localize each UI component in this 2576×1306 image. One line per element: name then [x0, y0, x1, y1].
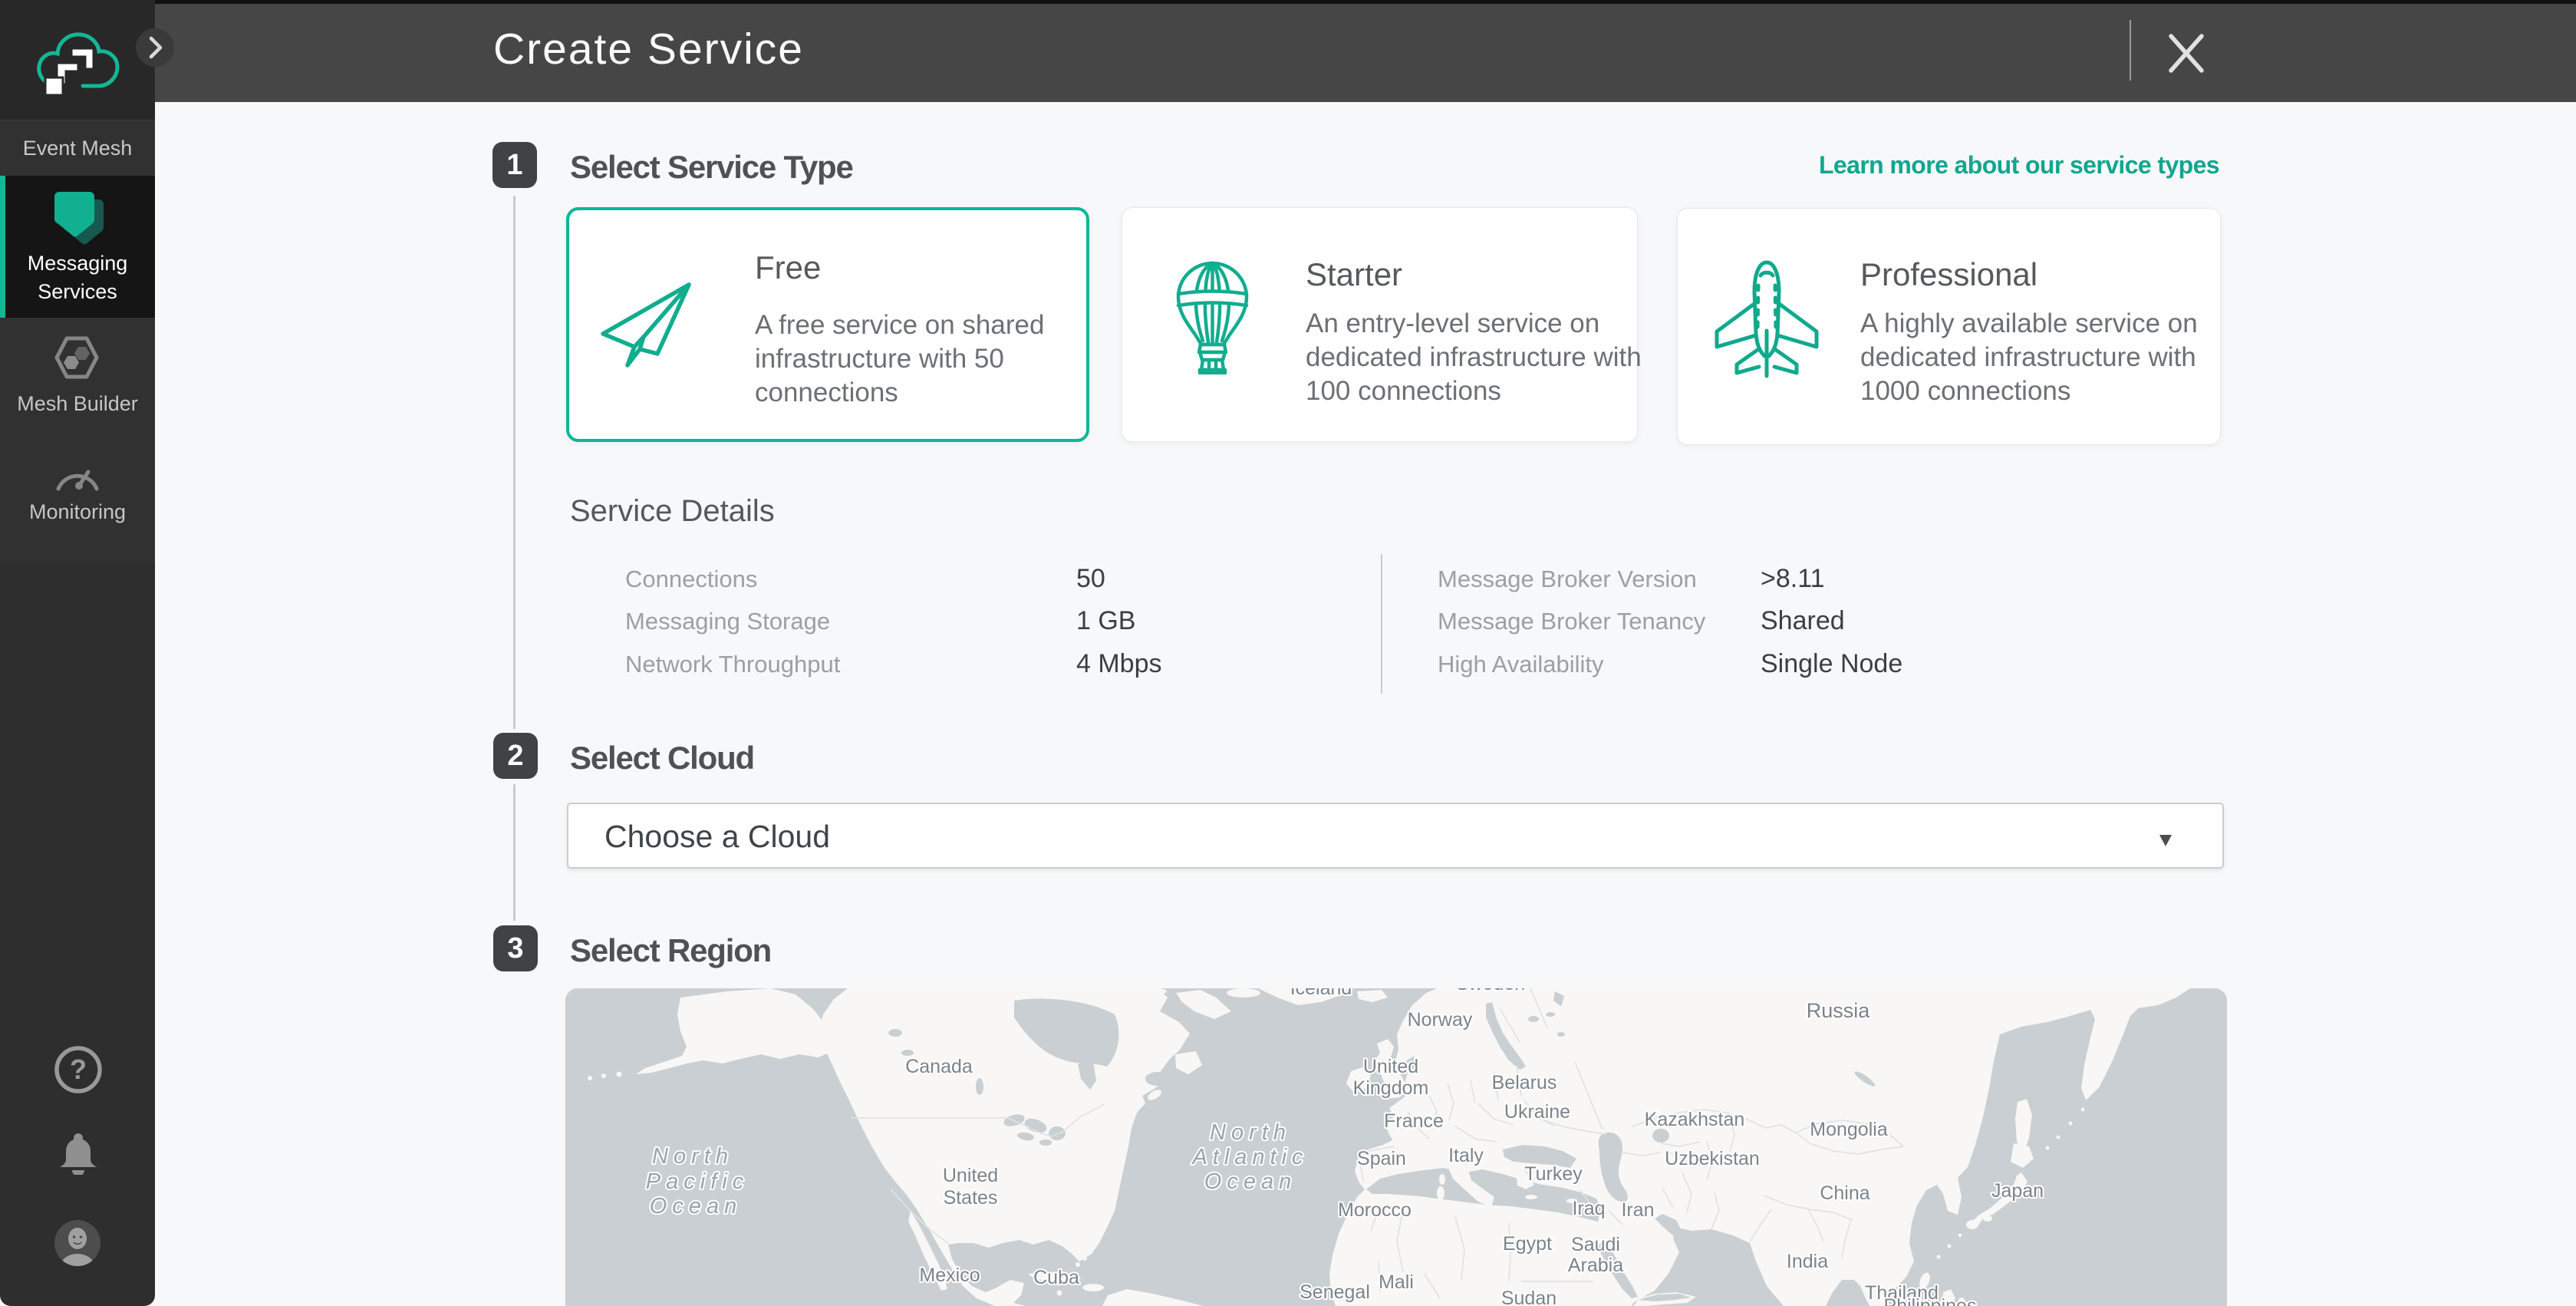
svg-text:Cuba: Cuba — [1033, 1267, 1079, 1288]
svg-text:Morocco: Morocco — [1338, 1199, 1412, 1221]
svg-text:Japan: Japan — [1991, 1180, 2044, 1202]
svg-text:Uzbekistan: Uzbekistan — [1665, 1148, 1760, 1169]
svg-text:Mexico: Mexico — [919, 1265, 980, 1286]
svg-text:Mongolia: Mongolia — [1810, 1119, 1888, 1140]
svg-text:Italy: Italy — [1448, 1145, 1484, 1166]
svg-text:Turkey: Turkey — [1524, 1163, 1583, 1185]
svg-text:?: ? — [70, 1054, 87, 1085]
svg-text:United: United — [943, 1165, 998, 1186]
svg-text:Sudan: Sudan — [1501, 1288, 1556, 1306]
svg-text:India: India — [1787, 1251, 1828, 1272]
svg-text:Saudi: Saudi — [1571, 1234, 1620, 1255]
svg-text:Canada: Canada — [905, 1056, 973, 1077]
svg-text:Iraq: Iraq — [1572, 1198, 1605, 1219]
svg-text:Pacific: Pacific — [646, 1169, 749, 1194]
svg-text:North: North — [652, 1144, 733, 1169]
svg-text:Belarus: Belarus — [1492, 1072, 1557, 1093]
svg-text:Kingdom: Kingdom — [1353, 1077, 1429, 1099]
svg-text:Egypt: Egypt — [1503, 1233, 1552, 1255]
svg-text:Ocean: Ocean — [1204, 1169, 1296, 1194]
svg-text:States: States — [944, 1187, 998, 1209]
svg-text:Philippines: Philippines — [1884, 1295, 1977, 1306]
svg-text:Kazakhstan: Kazakhstan — [1645, 1109, 1745, 1130]
svg-text:Spain: Spain — [1357, 1148, 1406, 1169]
svg-text:Iceland: Iceland — [1290, 988, 1352, 999]
svg-text:United: United — [1363, 1056, 1418, 1077]
svg-text:Sweden: Sweden — [1456, 988, 1525, 994]
svg-text:North: North — [1210, 1120, 1291, 1145]
svg-text:France: France — [1384, 1110, 1444, 1132]
svg-text:Norway: Norway — [1408, 1009, 1473, 1031]
svg-text:China: China — [1820, 1182, 1869, 1204]
svg-text:Senegal: Senegal — [1300, 1281, 1370, 1303]
svg-text:Arabia: Arabia — [1568, 1255, 1623, 1276]
svg-text:Atlantic: Atlantic — [1191, 1145, 1308, 1169]
svg-text:Ocean: Ocean — [650, 1194, 742, 1219]
svg-text:Russia: Russia — [1807, 999, 1871, 1022]
svg-text:Ukraine: Ukraine — [1504, 1101, 1570, 1123]
svg-text:Iran: Iran — [1621, 1199, 1654, 1221]
svg-text:Mali: Mali — [1379, 1271, 1414, 1293]
